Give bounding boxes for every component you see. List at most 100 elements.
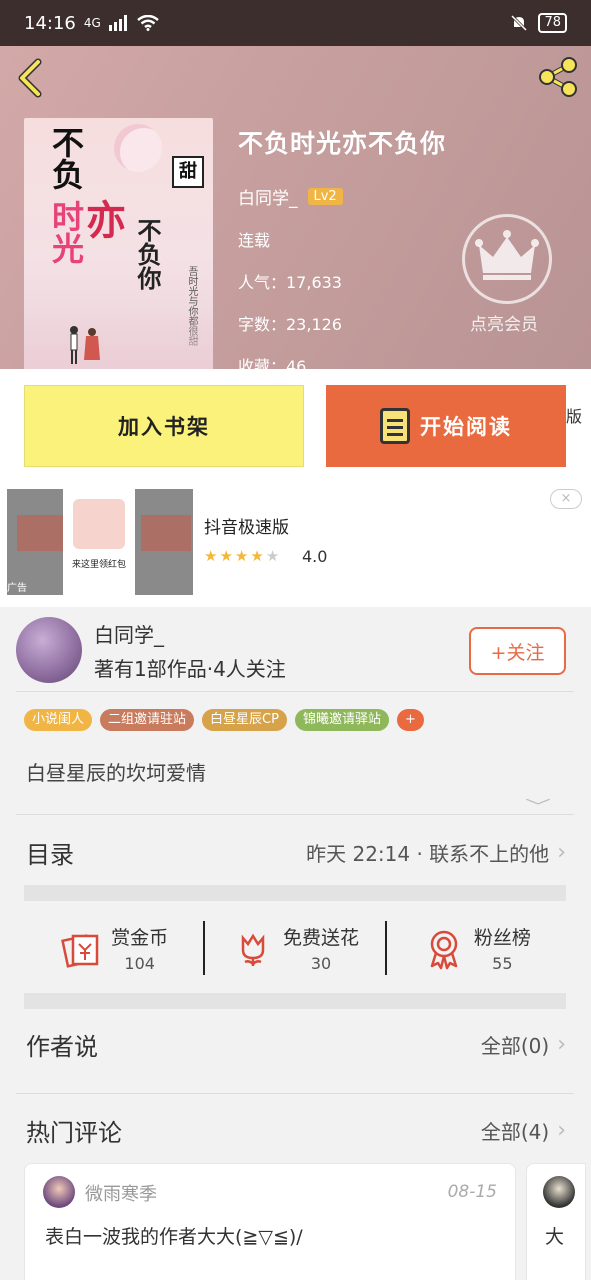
star-icon: ★ — [234, 547, 251, 565]
add-tag-button[interactable]: + — [396, 709, 424, 731]
author-stats: 著有1部作品·4人关注 — [94, 657, 286, 681]
reward-label: 免费送花 — [282, 927, 359, 949]
star-icon: ★ — [204, 547, 220, 565]
add-to-shelf-button[interactable]: 加入书架 — [24, 385, 304, 467]
cover-tree-decoration — [24, 310, 213, 369]
status-right: 78 — [510, 13, 567, 33]
vip-label[interactable]: 点亮会员 — [470, 310, 538, 335]
ad-star-rating: ★★★★★ — [204, 547, 281, 565]
author-says-count: 全部(0) — [480, 1034, 550, 1058]
hot-comments-row[interactable]: 热门评论 全部(4) › — [26, 1113, 566, 1148]
start-reading-button[interactable]: 开始阅读 — [326, 385, 566, 467]
book-word-count: 字数：23,126 — [238, 315, 342, 334]
chevron-right-icon: › — [557, 1032, 566, 1057]
start-reading-label: 开始阅读 — [420, 415, 512, 439]
cover-tag: 甜 — [172, 156, 204, 188]
book-popularity: 人气：17,633 — [238, 273, 342, 292]
action-bar: 加入书架 开始阅读 版 — [0, 369, 591, 481]
book-author[interactable]: 白同学_ — [238, 184, 298, 209]
ad-thumb-side-right — [141, 515, 191, 551]
signal-icon — [108, 15, 127, 31]
star-icon: ★ — [219, 547, 235, 565]
reward-flower-button[interactable]: 免费送花 30 — [205, 923, 384, 973]
author-avatar[interactable] — [16, 617, 82, 683]
catalog-latest: 昨天 22:14 · 联系不上的他 › — [306, 838, 566, 867]
author-says-link: 全部(0) › — [481, 1030, 566, 1059]
book-favorites: 收藏：46 — [238, 357, 307, 369]
status-bar: 14:16 4G 78 — [0, 0, 591, 46]
share-button[interactable] — [535, 54, 581, 100]
hot-comments-title: 热门评论 — [26, 1119, 122, 1147]
reward-coin-button[interactable]: 赏金币 104 — [24, 923, 203, 973]
coin-icon — [61, 934, 99, 968]
divider — [16, 1093, 574, 1094]
ad-phone-illustration — [73, 499, 125, 549]
mute-icon — [511, 14, 528, 32]
cover-text-1: 不负 — [47, 126, 85, 190]
cover-text-3: 亦 — [86, 197, 126, 244]
catalog-title: 目录 — [26, 841, 74, 869]
vip-button[interactable] — [462, 214, 552, 304]
tag-chip[interactable]: 二组邀请驻站 — [100, 709, 195, 731]
reward-value: 55 — [492, 954, 513, 973]
ad-thumb-side-left — [17, 515, 67, 551]
comment-user[interactable]: 微雨寒季 — [85, 1180, 157, 1206]
comment-text-peek: 大 — [545, 1226, 565, 1248]
tag-chip[interactable]: 锦曦邀请驿站 — [294, 709, 389, 731]
ad-thumb-center: 来这里领红包 — [63, 489, 135, 595]
share-icon — [539, 57, 577, 97]
medal-icon — [430, 930, 458, 970]
book-cover[interactable]: 不负 时光 亦 不负你 甜 吾时光与你都很甜 — [24, 118, 213, 369]
follow-button[interactable]: +关注 — [469, 627, 566, 675]
section-spacer — [24, 885, 566, 901]
comment-avatar[interactable] — [43, 1176, 75, 1208]
status-time: 14:16 — [24, 12, 76, 34]
catalog-latest-chapter: 昨天 22:14 · 联系不上的他 — [306, 842, 550, 866]
catalog-row[interactable]: 目录 昨天 22:14 · 联系不上的他 › — [26, 835, 566, 870]
comment-card[interactable]: 微雨寒季 08-15 表白一波我的作者大大(≧▽≦)/ — [24, 1163, 516, 1280]
reward-value: 30 — [310, 954, 332, 973]
ad-label: 广告 — [7, 583, 27, 594]
author-says-title: 作者说 — [26, 1033, 98, 1061]
reward-value: 104 — [124, 954, 155, 973]
divider — [16, 814, 574, 815]
book-icon — [380, 408, 410, 444]
tag-chip[interactable]: 小说闺人 — [24, 709, 93, 731]
crown-icon — [475, 230, 539, 280]
ad-title[interactable]: 抖音极速版 — [204, 513, 289, 538]
author-section: 白同学_ 著有1部作品·4人关注 +关注 小说闺人 二组邀请驻站 白昼星辰CP … — [0, 607, 591, 1280]
tag-chip[interactable]: 白昼星辰CP — [202, 709, 287, 731]
cover-moon-decoration — [114, 124, 162, 172]
wifi-icon — [137, 15, 159, 31]
comment-avatar[interactable] — [543, 1176, 575, 1208]
edge-peek-text: 版 — [566, 407, 583, 426]
book-status: 连载 — [238, 231, 271, 250]
comment-date: 08-15 — [447, 1182, 497, 1202]
ad-banner[interactable]: 来这里领红包 广告 抖音极速版 ★★★★★ 4.0 × — [0, 481, 591, 607]
reward-bar: 赏金币 104 免费送花 30 粉丝榜 55 — [24, 903, 566, 993]
comment-text: 表白一波我的作者大大(≧▽≦)/ — [45, 1226, 303, 1248]
network-label: 4G — [83, 16, 101, 30]
tag-list: 小说闺人 二组邀请驻站 白昼星辰CP 锦曦邀请驿站 + — [24, 709, 424, 731]
comment-card-peek[interactable]: 大 — [526, 1163, 586, 1280]
reward-label: 赏金币 — [111, 927, 169, 949]
flower-icon — [241, 933, 265, 966]
divider — [16, 691, 574, 692]
chevron-right-icon: › — [557, 1118, 566, 1143]
author-row: 白同学_ Lv2 — [238, 184, 446, 209]
ad-thumb-text: 来这里领红包 — [71, 560, 126, 570]
book-description: 白昼星辰的坎坷爱情 — [26, 761, 206, 785]
chevron-right-icon: › — [557, 840, 566, 865]
author-says-row[interactable]: 作者说 全部(0) › — [26, 1027, 566, 1062]
star-empty-icon: ★ — [265, 547, 282, 565]
book-header: 不负 时光 亦 不负你 甜 吾时光与你都很甜 不负时光亦不负你 白同学_ Lv2… — [0, 46, 591, 369]
ad-close-button[interactable]: × — [550, 489, 582, 509]
ad-thumbnail[interactable]: 来这里领红包 — [7, 489, 193, 595]
author-name[interactable]: 白同学_ — [94, 619, 164, 648]
cover-couple-illustration — [70, 326, 100, 364]
back-arrow-icon — [18, 58, 42, 98]
back-button[interactable] — [14, 58, 50, 98]
hot-comments-link: 全部(4) › — [481, 1116, 566, 1145]
cover-text-2: 时光 — [47, 200, 85, 264]
reward-fans-button[interactable]: 粉丝榜 55 — [387, 923, 566, 973]
